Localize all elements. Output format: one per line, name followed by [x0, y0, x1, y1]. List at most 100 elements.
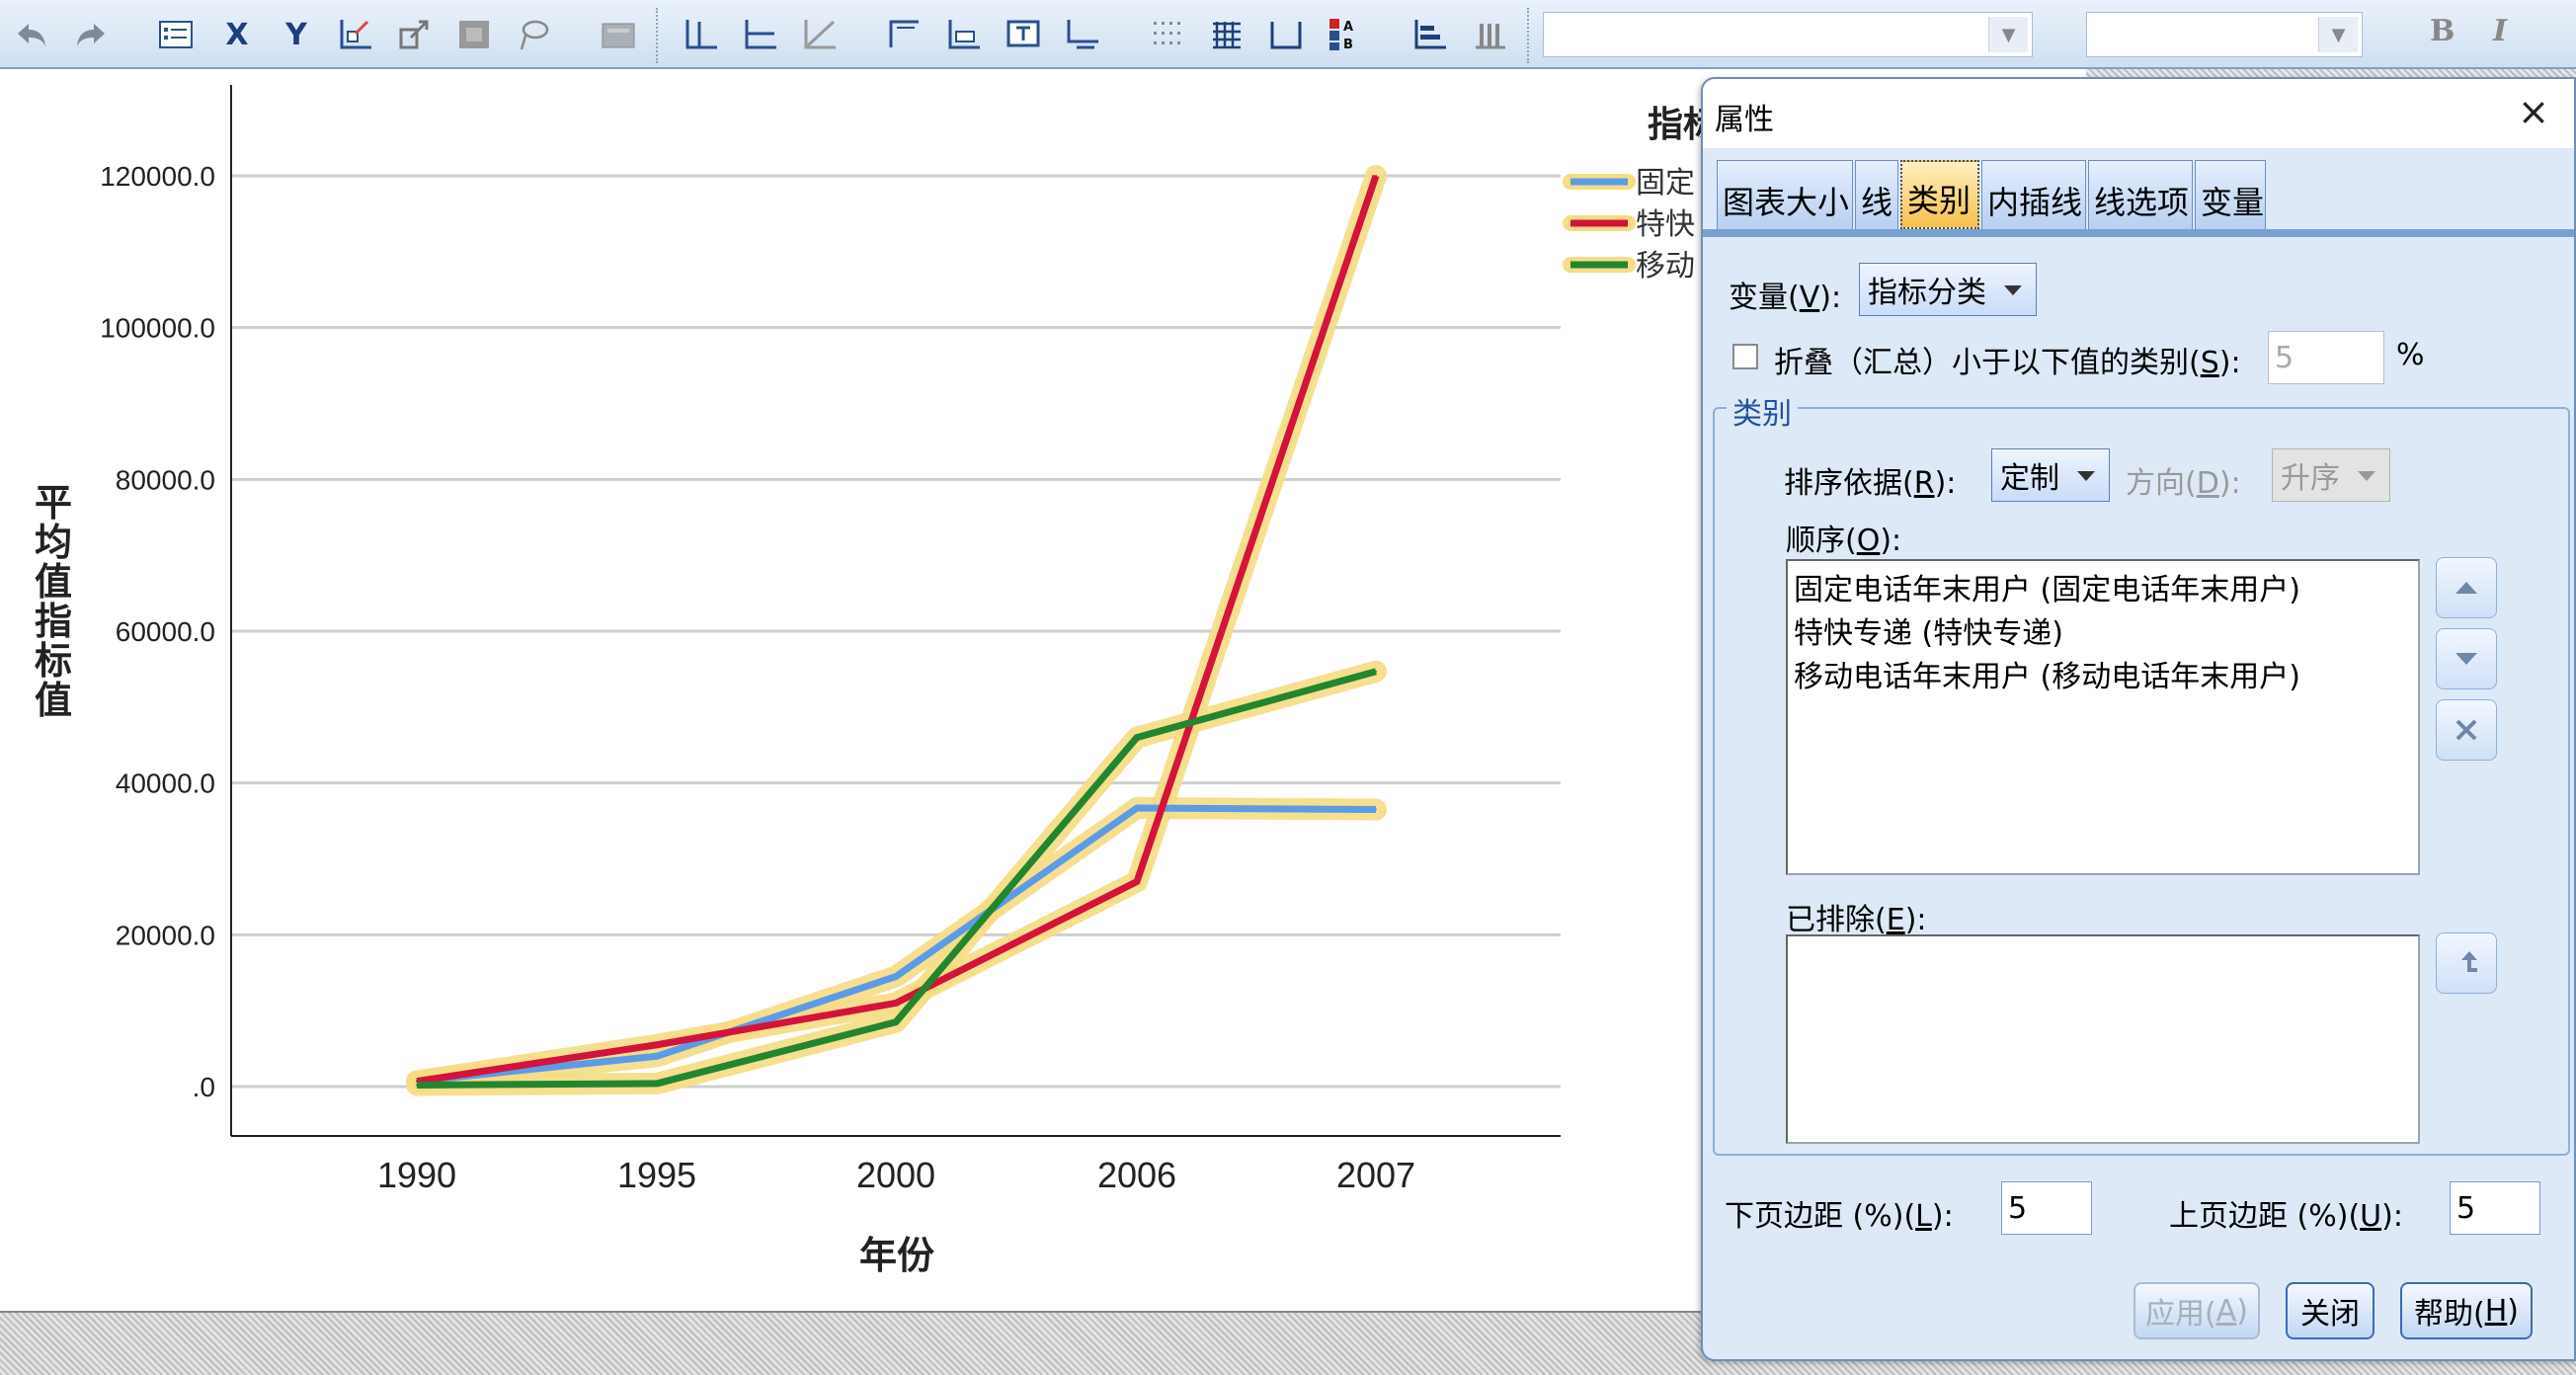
bar-chart-icon[interactable]: [1409, 13, 1452, 56]
chevron-down-icon: [2358, 471, 2375, 481]
x-tick-label: 2006: [1097, 1155, 1176, 1195]
y-tick-label: 20000.0: [116, 920, 215, 950]
add-y-reference-line-icon[interactable]: [739, 13, 782, 56]
x-tick-label: 2007: [1336, 1155, 1415, 1195]
upper-margin-input[interactable]: 5: [2450, 1181, 2540, 1235]
data-point: [1375, 808, 1377, 811]
chart-editor-toolbar: X Y AB ▼ ▼ B I: [0, 0, 2576, 69]
direction-label: 方向(D):: [2126, 466, 2241, 501]
group-title: 类别: [1727, 389, 1798, 433]
chevron-down-icon: [2077, 471, 2095, 481]
y-tick-label: 60000.0: [116, 616, 215, 647]
data-point: [895, 1002, 897, 1005]
variable-dropdown[interactable]: 指标分类: [1859, 263, 2037, 316]
close-button[interactable]: 关闭: [2286, 1282, 2375, 1339]
close-icon[interactable]: ×: [2509, 87, 2558, 136]
tab-line-options[interactable]: 线选项: [2088, 160, 2193, 229]
redo-icon[interactable]: [69, 13, 113, 56]
order-list[interactable]: 固定电话年末用户 (固定电话年末用户) 特快专递 (特快专递) 移动电话年末用户…: [1786, 559, 2420, 875]
y-axis-title-char: 均: [35, 523, 72, 564]
toolbar-separator: [656, 8, 662, 63]
lasso-icon[interactable]: [512, 13, 555, 56]
order-label: 顺序(O):: [1786, 524, 1902, 558]
scale-icon[interactable]: [393, 13, 437, 56]
tab-lines[interactable]: 线: [1855, 160, 1898, 229]
dialog-titlebar: 属性 ×: [1703, 79, 2574, 148]
chevron-down-icon[interactable]: ▼: [1988, 17, 2028, 52]
show-data-labels-icon[interactable]: [452, 13, 496, 56]
excluded-list[interactable]: [1786, 934, 2420, 1144]
svg-text:B: B: [1343, 38, 1353, 52]
tab-underline: [1703, 229, 2574, 237]
series-selection-halo: [406, 165, 1387, 1092]
rescale-axis-icon[interactable]: [334, 13, 377, 56]
data-point: [656, 1055, 658, 1058]
grid-table-icon[interactable]: [1205, 13, 1248, 56]
collapse-label: 折叠（汇总）小于以下值的类别(S):: [1774, 346, 2241, 380]
x-axis-title: 年份: [859, 1236, 934, 1277]
fit-line-icon[interactable]: [798, 13, 842, 56]
bold-icon[interactable]: B: [2430, 14, 2455, 48]
apply-button[interactable]: 应用(A): [2133, 1282, 2260, 1339]
upper-margin-label: 上页边距 (%)(U):: [2169, 1199, 2403, 1234]
line-chart[interactable]: .0 20000.0 40000.0 60000.0 80000.0 100000.0 12…: [0, 71, 1724, 1311]
list-item[interactable]: 固定电话年末用户 (固定电话年末用户): [1794, 569, 2412, 612]
y-axis-title-char: 值: [35, 681, 72, 722]
undo-icon[interactable]: [10, 13, 53, 56]
tab-interpolation[interactable]: 内插线: [1981, 160, 2086, 229]
chevron-down-icon: [2004, 285, 2022, 295]
collapse-checkbox[interactable]: [1732, 344, 1758, 369]
y-tick-label: 100000.0: [100, 313, 215, 344]
font-size-combo[interactable]: ▼: [2086, 12, 2363, 57]
italic-icon[interactable]: I: [2493, 14, 2507, 48]
data-point: [1136, 736, 1138, 739]
move-up-button[interactable]: [2436, 557, 2497, 618]
legend-label: 固定: [1636, 167, 1695, 200]
y-axis-title-char: 指: [35, 602, 72, 643]
tab-strip: 图表大小 线 类别 内插线 线选项 变量: [1717, 160, 2566, 229]
list-item[interactable]: 移动电话年末用户 (移动电话年末用户): [1794, 656, 2412, 699]
add-footnote-icon[interactable]: [1061, 13, 1104, 56]
series-line: [416, 668, 1377, 1089]
restore-button[interactable]: [2436, 932, 2497, 994]
exclude-button[interactable]: [2436, 699, 2497, 761]
arrow-up-icon: [2455, 582, 2477, 594]
lower-margin-input[interactable]: 5: [2001, 1181, 2092, 1235]
tab-variables[interactable]: 变量: [2195, 160, 2266, 229]
data-point: [656, 1082, 658, 1085]
lower-margin-label: 下页边距 (%)(L):: [1725, 1199, 1954, 1234]
show-legend-icon[interactable]: AB: [1324, 13, 1367, 56]
x-tick-label: 2000: [856, 1155, 935, 1195]
help-button[interactable]: 帮助(H): [2400, 1282, 2533, 1339]
sort-by-label: 排序依据(R):: [1784, 466, 1957, 501]
y-tick-label: 80000.0: [116, 464, 215, 495]
list-item[interactable]: 特快专递 (特快专递): [1794, 612, 2412, 656]
show-grid-lines-icon[interactable]: [1146, 13, 1189, 56]
direction-dropdown[interactable]: 升序: [2272, 448, 2390, 502]
x-tick-label: 1995: [617, 1155, 696, 1195]
tab-chart-size[interactable]: 图表大小: [1717, 160, 1853, 229]
move-down-button[interactable]: [2436, 628, 2497, 689]
y-axis-title-char: 标: [35, 641, 72, 683]
column-chart-icon[interactable]: [1468, 13, 1511, 56]
chart-canvas[interactable]: .0 20000.0 40000.0 60000.0 80000.0 100000.0 12…: [0, 71, 1724, 1311]
series-line: [416, 804, 1377, 1086]
collapse-threshold-input[interactable]: 5: [2268, 331, 2384, 384]
chevron-down-icon[interactable]: ▼: [2318, 17, 2358, 52]
add-x-reference-line-icon[interactable]: [680, 13, 723, 56]
dialog-title: 属性: [1715, 103, 1774, 137]
show-derived-axis-icon[interactable]: [1264, 13, 1308, 56]
tab-categories[interactable]: 类别: [1900, 160, 1979, 229]
y-tick-label: .0: [193, 1072, 215, 1102]
data-point: [656, 1043, 658, 1046]
text-box-icon[interactable]: [597, 13, 640, 56]
arrow-down-icon: [2455, 653, 2477, 665]
sort-by-dropdown[interactable]: 定制: [1991, 448, 2110, 502]
font-family-combo[interactable]: ▼: [1543, 12, 2033, 57]
add-textbox-icon[interactable]: [1002, 13, 1045, 56]
x-axis-icon[interactable]: X: [215, 13, 259, 56]
add-title-icon[interactable]: [883, 13, 926, 56]
y-axis-icon[interactable]: Y: [275, 13, 318, 56]
properties-icon[interactable]: [154, 13, 198, 56]
add-annotation-icon[interactable]: [942, 13, 986, 56]
